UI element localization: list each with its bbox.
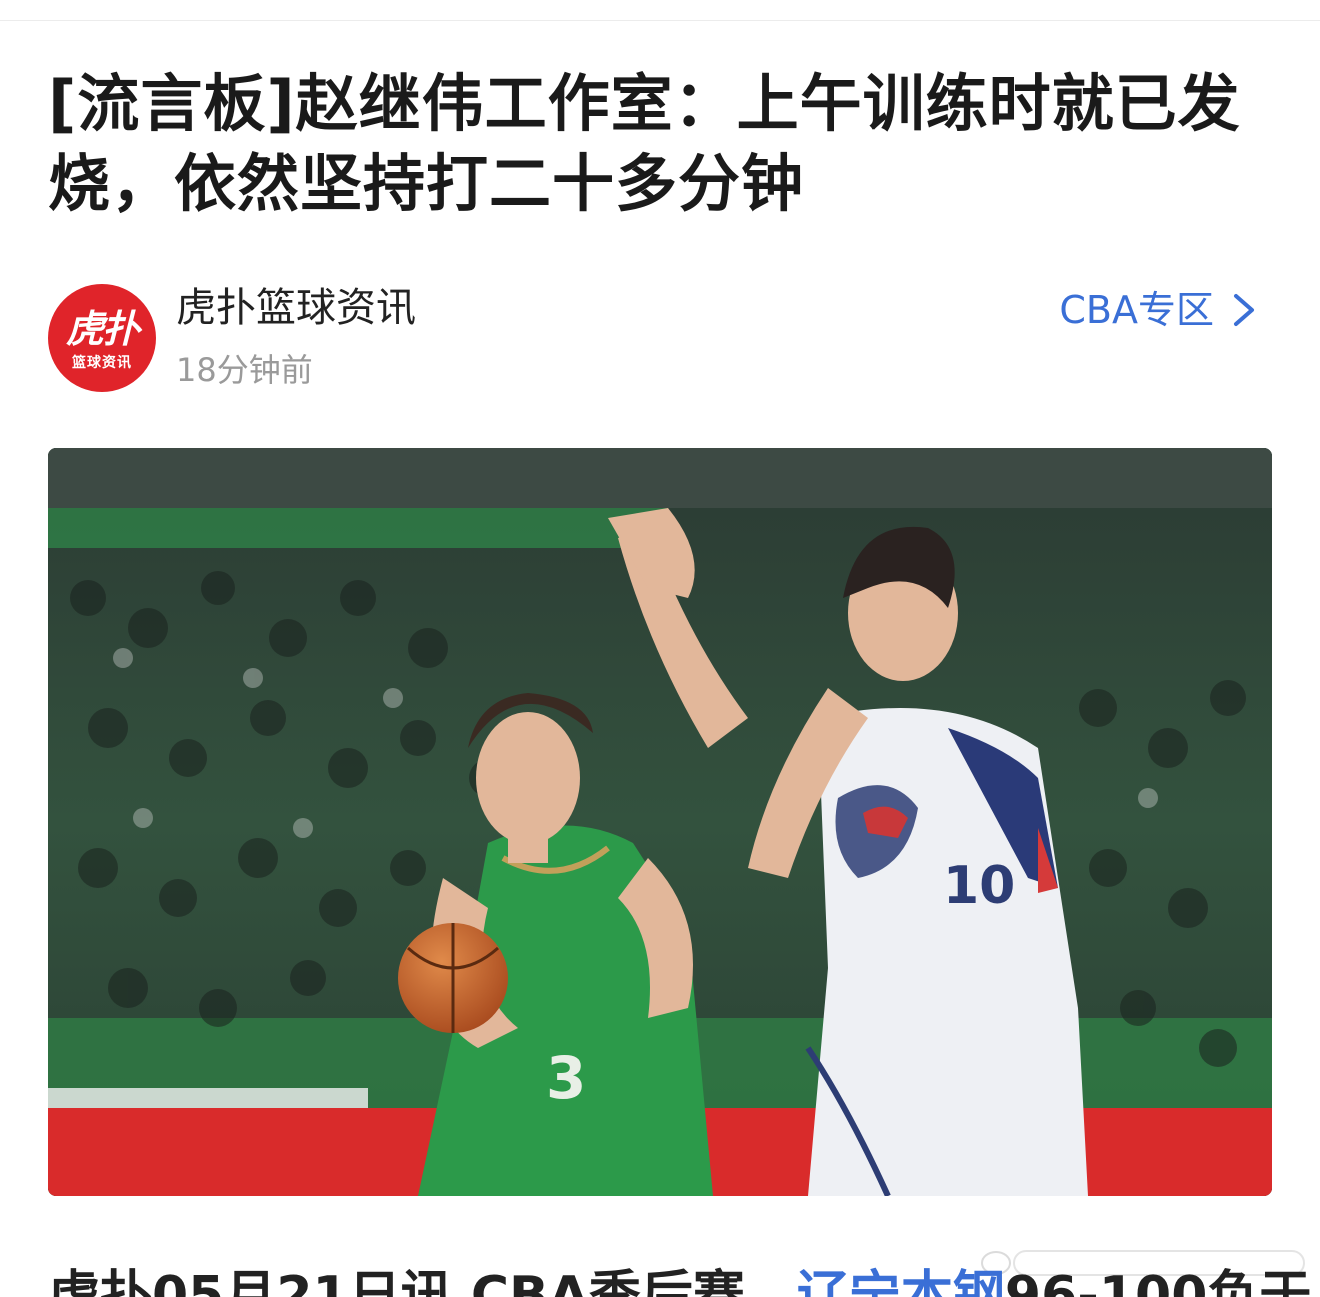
author-row: 虎扑 篮球资讯 虎扑篮球资讯 18分钟前 CBA专区: [48, 284, 1272, 392]
article-body-preview: 虎扑05月21日讯 CBA季后赛，辽宁本钢96-100负于: [48, 1266, 1320, 1297]
body-suffix: 96-100负于: [1004, 1266, 1312, 1297]
basketball-photo-illustration: 3 10: [48, 448, 1272, 1196]
team-link[interactable]: 辽宁本钢: [797, 1266, 1005, 1297]
avatar-logo-subtext: 篮球资讯: [72, 355, 132, 371]
white-jersey-number: 10: [943, 856, 1015, 916]
zone-link-label: CBA专区: [1059, 288, 1214, 332]
post-time: 18分钟前: [176, 351, 313, 389]
avatar-logo-text: 虎扑: [65, 307, 140, 351]
chevron-right-icon: [1224, 286, 1264, 334]
article-photo[interactable]: 3 10: [48, 448, 1272, 1196]
article-title: [流言板]赵继伟工作室：上午训练时就已发烧，依然坚持打二十多分钟: [48, 67, 1241, 220]
body-prefix: 虎扑05月21日讯 CBA季后赛，: [48, 1266, 797, 1297]
author-name[interactable]: 虎扑篮球资讯: [176, 284, 416, 332]
top-divider: [0, 20, 1320, 21]
author-avatar[interactable]: 虎扑 篮球资讯: [48, 284, 156, 392]
green-jersey-number: 3: [546, 1044, 586, 1112]
cba-zone-link[interactable]: CBA专区: [1059, 286, 1264, 334]
